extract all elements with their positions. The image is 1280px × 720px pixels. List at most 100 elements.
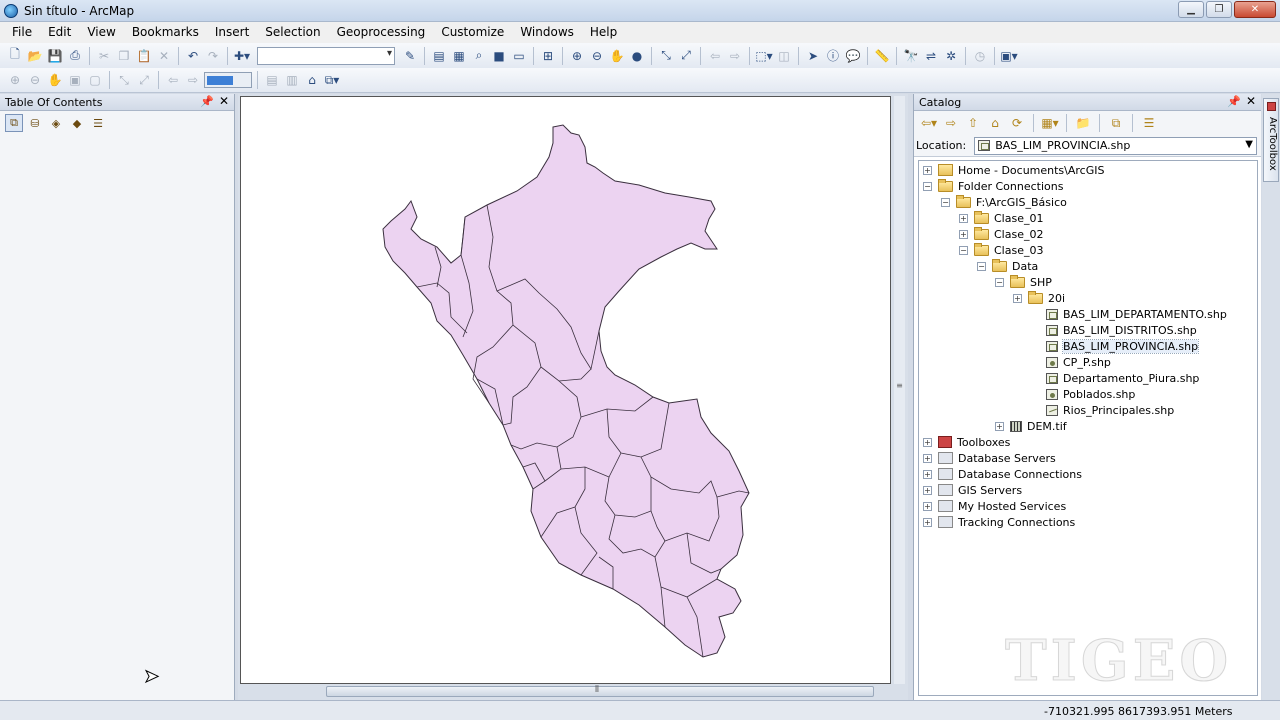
list-by-visibility-icon[interactable]: ◈ xyxy=(47,114,65,132)
layout-forward-icon[interactable]: ⇨ xyxy=(184,71,202,89)
tree-item[interactable]: + Database Connections xyxy=(923,466,1082,482)
focus-data-frame-icon[interactable]: ▥ xyxy=(283,71,301,89)
expand-icon[interactable]: + xyxy=(923,469,932,479)
clear-selection-icon[interactable]: ◫ xyxy=(775,47,793,65)
expand-icon[interactable]: + xyxy=(923,517,932,527)
find-binoculars-icon[interactable]: 🔭 xyxy=(902,47,920,65)
tree-item[interactable]: +20i xyxy=(1013,290,1065,306)
tree-item[interactable]: − Data xyxy=(977,258,1038,274)
minimize-button[interactable]: ▁ xyxy=(1178,1,1204,18)
layout-back-icon[interactable]: ⇦ xyxy=(164,71,182,89)
menu-edit[interactable]: Edit xyxy=(40,22,79,43)
map-canvas[interactable] xyxy=(240,96,891,684)
location-combobox[interactable]: BAS_LIM_PROVINCIA.shp ▼ xyxy=(974,136,1257,155)
expand-icon[interactable]: + xyxy=(923,437,932,447)
map-vertical-scrollbar[interactable]: ≡ xyxy=(894,96,905,684)
map-scale-combobox[interactable] xyxy=(257,46,395,65)
list-by-source-icon[interactable]: ⛁ xyxy=(26,114,44,132)
view-mode-icon[interactable]: ▦▾ xyxy=(1041,114,1059,132)
splitter-grip-icon[interactable]: ≡ xyxy=(895,381,904,391)
back-arrow-icon[interactable]: ⇦▾ xyxy=(920,114,938,132)
tree-item[interactable]: Poblados.shp xyxy=(1031,386,1135,402)
menu-selection[interactable]: Selection xyxy=(257,22,328,43)
collapse-icon[interactable]: − xyxy=(977,261,986,271)
close-button[interactable]: ✕ xyxy=(1234,1,1276,18)
maximize-button[interactable]: ❐ xyxy=(1206,1,1232,18)
tree-item[interactable]: − SHP xyxy=(995,274,1052,290)
collapse-icon[interactable]: − xyxy=(923,181,932,191)
undo-icon[interactable]: ↶ xyxy=(184,47,202,65)
zoom-in-icon[interactable]: ⊕ xyxy=(568,47,586,65)
tree-item[interactable]: + Tracking Connections xyxy=(923,514,1075,530)
search-window-icon[interactable]: ⌕ xyxy=(470,47,488,65)
menu-geoprocessing[interactable]: Geoprocessing xyxy=(329,22,434,43)
collapse-icon[interactable]: − xyxy=(941,197,950,207)
chevron-down-icon[interactable]: ▼ xyxy=(1245,139,1253,150)
html-popup-icon[interactable]: 💬 xyxy=(844,47,862,65)
menu-customize[interactable]: Customize xyxy=(433,22,512,43)
create-viewer-window-icon[interactable]: ▣▾ xyxy=(1000,47,1018,65)
arctoolbox-icon[interactable]: ■ xyxy=(490,47,508,65)
cut-icon[interactable]: ✂ xyxy=(95,47,113,65)
tree-item[interactable]: CP_P.shp xyxy=(1031,354,1111,370)
tree-item[interactable]: − Folder Connections xyxy=(923,178,1063,194)
layout-fixed-zoom-out-icon[interactable]: ⤢ xyxy=(135,71,153,89)
scroll-grip-icon[interactable]: ⦀ xyxy=(595,685,599,695)
find-route-icon[interactable]: ⇌ xyxy=(922,47,940,65)
zoom-out-icon[interactable]: ⊖ xyxy=(588,47,606,65)
copy-icon[interactable]: ❐ xyxy=(115,47,133,65)
zoom-100-icon[interactable]: ▢ xyxy=(86,71,104,89)
tree-item[interactable]: BAS_LIM_DEPARTAMENTO.shp xyxy=(1031,306,1227,322)
toggle-draft-mode-icon[interactable]: ▤ xyxy=(263,71,281,89)
expand-icon[interactable]: + xyxy=(959,213,968,223)
select-features-icon[interactable]: ⬚▾ xyxy=(755,47,773,65)
python-window-icon[interactable]: ▭ xyxy=(510,47,528,65)
fixed-zoom-in-icon[interactable]: ⤡ xyxy=(657,47,675,65)
expand-icon[interactable]: + xyxy=(1013,293,1022,303)
pan-hand-icon[interactable]: ✋ xyxy=(608,47,626,65)
full-extent-globe-icon[interactable]: ● xyxy=(628,47,646,65)
layout-zoom-percent-combobox[interactable] xyxy=(204,72,252,88)
tree-item[interactable]: + Database Servers xyxy=(923,450,1056,466)
editor-toolbar-icon[interactable]: ✎ xyxy=(401,47,419,65)
open-icon[interactable]: 📂 xyxy=(26,47,44,65)
menu-file[interactable]: File xyxy=(4,22,40,43)
tree-item[interactable]: + Home - Documents\ArcGIS xyxy=(923,162,1104,178)
collapse-icon[interactable]: − xyxy=(995,277,1004,287)
up-one-level-icon[interactable]: ⇧ xyxy=(964,114,982,132)
table-of-contents-icon[interactable]: ▤ xyxy=(430,47,448,65)
delete-icon[interactable]: ✕ xyxy=(155,47,173,65)
expand-icon[interactable]: + xyxy=(923,501,932,511)
paste-icon[interactable]: 📋 xyxy=(135,47,153,65)
connect-to-folder-icon[interactable]: 📁 xyxy=(1074,114,1092,132)
expand-icon[interactable]: + xyxy=(959,229,968,239)
add-data-icon[interactable]: ✚▾ xyxy=(233,47,251,65)
menu-bookmarks[interactable]: Bookmarks xyxy=(124,22,207,43)
fixed-zoom-out-icon[interactable]: ⤢ xyxy=(677,47,695,65)
data-driven-pages-icon[interactable]: ⧉▾ xyxy=(323,71,341,89)
tree-item[interactable]: + My Hosted Services xyxy=(923,498,1066,514)
save-icon[interactable]: 💾 xyxy=(46,47,64,65)
options-icon[interactable]: ☰ xyxy=(89,114,107,132)
model-builder-icon[interactable]: ⊞ xyxy=(539,47,557,65)
go-back-extent-icon[interactable]: ⇦ xyxy=(706,47,724,65)
layout-pan-icon[interactable]: ✋ xyxy=(46,71,64,89)
arctoolbox-tab[interactable]: ArcToolbox xyxy=(1263,98,1279,182)
tree-item[interactable]: − F:\ArcGIS_Básico xyxy=(941,194,1067,210)
menu-insert[interactable]: Insert xyxy=(207,22,257,43)
pin-icon[interactable]: 📌 xyxy=(200,95,214,108)
expand-icon[interactable]: + xyxy=(923,165,932,175)
zoom-whole-page-icon[interactable]: ▣ xyxy=(66,71,84,89)
close-icon[interactable]: ✕ xyxy=(1246,94,1256,108)
measure-icon[interactable]: 📏 xyxy=(873,47,891,65)
tree-item[interactable]: Departamento_Piura.shp xyxy=(1031,370,1199,386)
catalog-window-icon[interactable]: ▦ xyxy=(450,47,468,65)
select-elements-arrow-icon[interactable]: ➤ xyxy=(804,47,822,65)
forward-arrow-icon[interactable]: ⇨ xyxy=(942,114,960,132)
new-document-icon[interactable]: 🗋 xyxy=(6,47,24,65)
menu-view[interactable]: View xyxy=(79,22,123,43)
pin-icon[interactable]: 📌 xyxy=(1227,95,1241,108)
redo-icon[interactable]: ↷ xyxy=(204,47,222,65)
identify-icon[interactable]: ⓘ xyxy=(824,47,842,65)
change-layout-icon[interactable]: ⌂ xyxy=(303,71,321,89)
